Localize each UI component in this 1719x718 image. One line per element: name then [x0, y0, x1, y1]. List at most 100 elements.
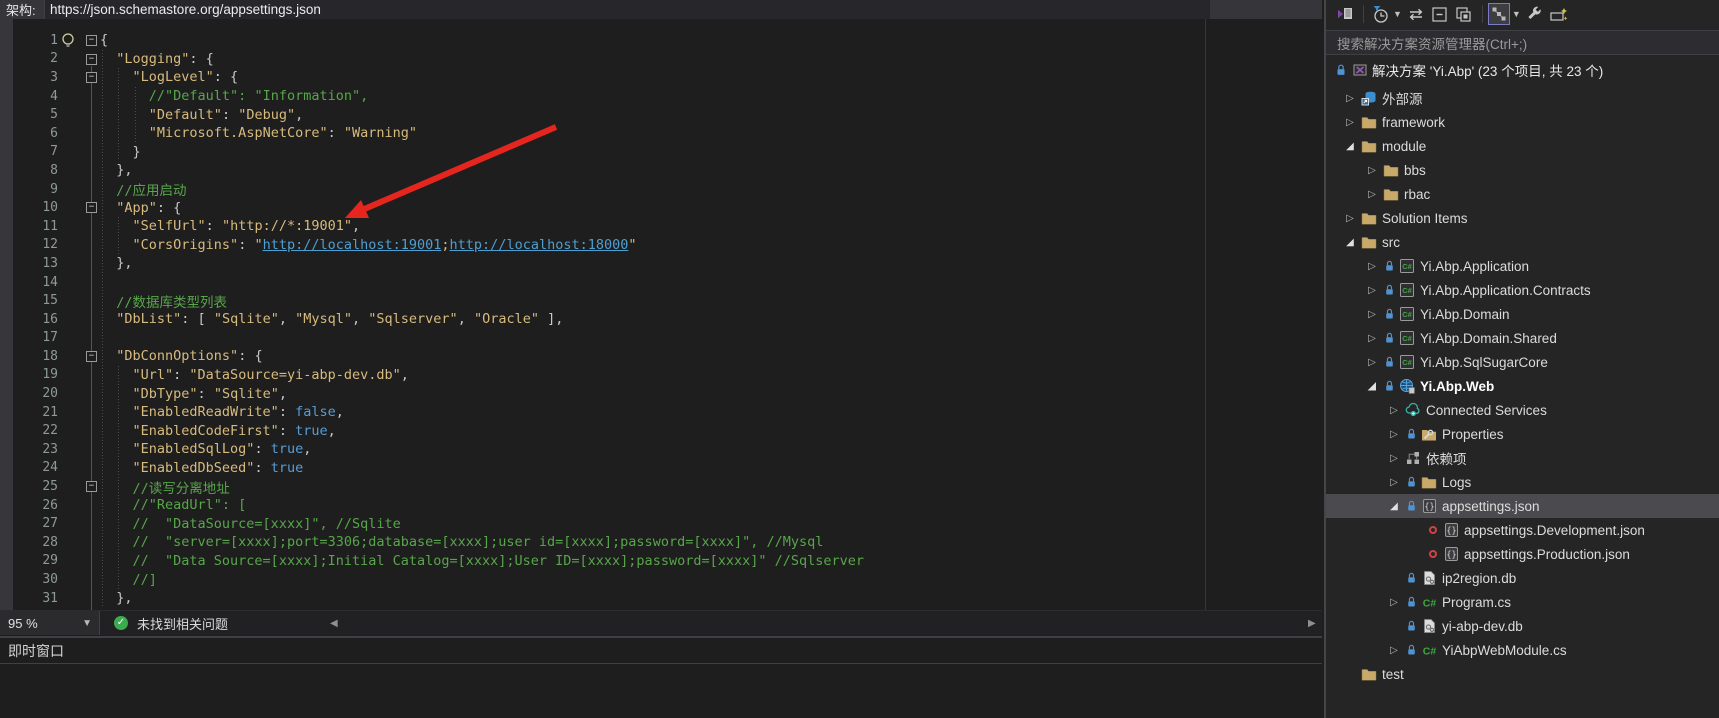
- fold-collapse-box[interactable]: −: [86, 54, 97, 65]
- code-link[interactable]: http://localhost:18000: [450, 237, 629, 253]
- code-line[interactable]: 20 "DbType": "Sqlite",: [0, 384, 1322, 403]
- tree-item[interactable]: test: [1326, 662, 1719, 686]
- chevron-expanded-icon[interactable]: ◢: [1341, 141, 1359, 152]
- immediate-window-title[interactable]: 即时窗口: [0, 638, 1322, 664]
- fold-collapse-box[interactable]: −: [86, 481, 97, 492]
- tree-item[interactable]: ▷bbs: [1326, 158, 1719, 182]
- chevron-expanded-icon[interactable]: ◢: [1363, 381, 1381, 392]
- code-line[interactable]: 4 //"Default": "Information",: [0, 87, 1322, 106]
- code-line[interactable]: 30 //]: [0, 570, 1322, 589]
- chevron-collapsed-icon[interactable]: ▷: [1363, 357, 1381, 368]
- schema-url-combo[interactable]: https://json.schemastore.org/appsettings…: [44, 0, 1210, 19]
- code-line[interactable]: 29 // "Data Source=[xxxx];Initial Catalo…: [0, 552, 1322, 571]
- tree-item[interactable]: ▷外部源: [1326, 86, 1719, 110]
- chevron-down-icon[interactable]: ▼: [1393, 9, 1402, 19]
- wrench-icon[interactable]: [1524, 3, 1546, 25]
- pending-changes-filter-icon[interactable]: [1369, 3, 1391, 25]
- chevron-down-icon[interactable]: ▼: [1512, 9, 1521, 19]
- code-line[interactable]: 22 "EnabledCodeFirst": true,: [0, 421, 1322, 440]
- tree-item[interactable]: ▷rbac: [1326, 182, 1719, 206]
- chevron-expanded-icon[interactable]: ◢: [1341, 237, 1359, 248]
- code-line[interactable]: 1{: [0, 31, 1322, 50]
- chevron-expanded-icon[interactable]: ◢: [1385, 501, 1403, 512]
- tree-item[interactable]: ▷Logs: [1326, 470, 1719, 494]
- chevron-collapsed-icon[interactable]: ▷: [1363, 285, 1381, 296]
- code-line[interactable]: 16 "DbList": [ "Sqlite", "Mysql", "Sqlse…: [0, 310, 1322, 329]
- fold-collapse-box[interactable]: −: [86, 202, 97, 213]
- properties-icon[interactable]: [1453, 3, 1475, 25]
- chevron-collapsed-icon[interactable]: ▷: [1363, 189, 1381, 200]
- code-line[interactable]: 24 "EnabledDbSeed": true: [0, 459, 1322, 478]
- tree-item[interactable]: ◢src: [1326, 230, 1719, 254]
- show-all-files-icon[interactable]: [1488, 3, 1510, 25]
- chevron-collapsed-icon[interactable]: ▷: [1341, 117, 1359, 128]
- hscroll-right-arrow[interactable]: ▶: [1308, 618, 1316, 629]
- chevron-collapsed-icon[interactable]: ▷: [1363, 165, 1381, 176]
- code-line[interactable]: 25 //读写分离地址: [0, 477, 1322, 496]
- chevron-collapsed-icon[interactable]: ▷: [1341, 213, 1359, 224]
- chevron-collapsed-icon[interactable]: ▷: [1385, 405, 1403, 416]
- tree-item[interactable]: ◢{}appsettings.json: [1326, 494, 1719, 518]
- code-line[interactable]: 27 // "DataSource=[xxxx]", //Sqlite: [0, 514, 1322, 533]
- tree-item[interactable]: ▷C#Program.cs: [1326, 590, 1719, 614]
- code-editor[interactable]: 1{2 "Logging": {3 "LogLevel": {4 //"Defa…: [0, 19, 1322, 610]
- tree-item[interactable]: ▷C#Yi.Abp.Application: [1326, 254, 1719, 278]
- solution-search-input[interactable]: 搜索解决方案资源管理器(Ctrl+;): [1326, 30, 1719, 55]
- code-line[interactable]: 13 },: [0, 254, 1322, 273]
- health-check-icon[interactable]: ✓: [114, 616, 128, 630]
- tree-item[interactable]: {}appsettings.Development.json: [1326, 518, 1719, 542]
- tree-item[interactable]: ▷Connected Services: [1326, 398, 1719, 422]
- tree-item[interactable]: ◢module: [1326, 134, 1719, 158]
- tree-item[interactable]: yi-abp-dev.db: [1326, 614, 1719, 638]
- code-line[interactable]: 18 "DbConnOptions": {: [0, 347, 1322, 366]
- code-line[interactable]: 19 "Url": "DataSource=yi-abp-dev.db",: [0, 366, 1322, 385]
- chevron-collapsed-icon[interactable]: ▷: [1385, 597, 1403, 608]
- chevron-collapsed-icon[interactable]: ▷: [1363, 261, 1381, 272]
- tree-item[interactable]: ▷C#Yi.Abp.SqlSugarCore: [1326, 350, 1719, 374]
- switch-views-icon[interactable]: [1334, 3, 1356, 25]
- code-link[interactable]: http://localhost:19001: [263, 237, 442, 253]
- code-line[interactable]: 7 }: [0, 143, 1322, 162]
- fold-collapse-box[interactable]: −: [86, 72, 97, 83]
- chevron-collapsed-icon[interactable]: ▷: [1341, 93, 1359, 104]
- fold-collapse-box[interactable]: −: [86, 35, 97, 46]
- tree-item[interactable]: ▷Properties: [1326, 422, 1719, 446]
- sync-with-active-document-icon[interactable]: [1405, 3, 1427, 25]
- chevron-collapsed-icon[interactable]: ▷: [1363, 333, 1381, 344]
- zoom-level-select[interactable]: 95 % ▼: [0, 611, 100, 635]
- code-line[interactable]: 5 "Default": "Debug",: [0, 105, 1322, 124]
- tree-item[interactable]: ▷Solution Items: [1326, 206, 1719, 230]
- code-line[interactable]: 10 "App": {: [0, 198, 1322, 217]
- code-line[interactable]: 9 //应用启动: [0, 180, 1322, 199]
- tree-item[interactable]: ▷依赖项: [1326, 446, 1719, 470]
- tree-item[interactable]: ▷framework: [1326, 110, 1719, 134]
- tree-item[interactable]: ◢Yi.Abp.Web: [1326, 374, 1719, 398]
- immediate-window-body[interactable]: [0, 664, 1322, 718]
- code-line[interactable]: 17: [0, 329, 1322, 348]
- chevron-collapsed-icon[interactable]: ▷: [1363, 309, 1381, 320]
- chevron-collapsed-icon[interactable]: ▷: [1385, 429, 1403, 440]
- code-line[interactable]: 8 },: [0, 161, 1322, 180]
- chevron-collapsed-icon[interactable]: ▷: [1385, 477, 1403, 488]
- fold-collapse-box[interactable]: −: [86, 351, 97, 362]
- tree-item[interactable]: ip2region.db: [1326, 566, 1719, 590]
- hscroll-left-arrow[interactable]: ◀: [330, 618, 338, 629]
- code-line[interactable]: 3 "LogLevel": {: [0, 68, 1322, 87]
- code-line[interactable]: 31 },: [0, 589, 1322, 608]
- code-line[interactable]: 2 "Logging": {: [0, 50, 1322, 69]
- code-line[interactable]: 26 //"ReadUrl": [: [0, 496, 1322, 515]
- tree-item[interactable]: ▷C#Yi.Abp.Domain.Shared: [1326, 326, 1719, 350]
- preview-selected-items-icon[interactable]: [1548, 3, 1570, 25]
- code-line[interactable]: 23 "EnabledSqlLog": true,: [0, 440, 1322, 459]
- code-line[interactable]: 28 // "server=[xxxx];port=3306;database=…: [0, 533, 1322, 552]
- code-line[interactable]: 6 "Microsoft.AspNetCore": "Warning": [0, 124, 1322, 143]
- tree-item[interactable]: ▷C#YiAbpWebModule.cs: [1326, 638, 1719, 662]
- tree-item[interactable]: ▷C#Yi.Abp.Domain: [1326, 302, 1719, 326]
- code-line[interactable]: 12 "CorsOrigins": "http://localhost:1900…: [0, 236, 1322, 255]
- chevron-collapsed-icon[interactable]: ▷: [1385, 453, 1403, 464]
- code-line[interactable]: 14: [0, 273, 1322, 292]
- collapse-all-icon[interactable]: [1429, 3, 1451, 25]
- code-line[interactable]: 15 //数据库类型列表: [0, 291, 1322, 310]
- code-line[interactable]: 11 "SelfUrl": "http://*:19001",: [0, 217, 1322, 236]
- lightbulb-icon[interactable]: [60, 32, 76, 50]
